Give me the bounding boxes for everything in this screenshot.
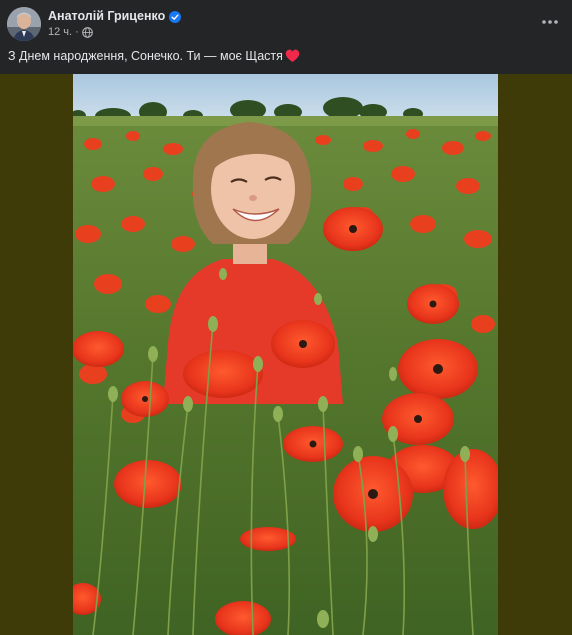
post-photo[interactable] — [73, 74, 498, 635]
meta-separator: · — [75, 26, 79, 38]
poppy-field-photo — [73, 74, 498, 635]
verified-badge-icon — [169, 10, 182, 23]
post-text: З Днем народження, Сонечко. Ти — моє Щас… — [8, 47, 564, 65]
author-row: Анатолій Гриценко — [48, 7, 182, 25]
author-avatar[interactable] — [7, 7, 41, 41]
avatar-image — [7, 7, 41, 41]
post-message: З Днем народження, Сонечко. Ти — моє Щас… — [8, 49, 283, 63]
more-options-button[interactable] — [536, 8, 564, 36]
more-dots-icon — [542, 20, 558, 24]
post-media — [0, 74, 572, 635]
post-header: Анатолій Гриценко 12 ч. · — [0, 0, 572, 44]
post-timestamp[interactable]: 12 ч. — [48, 26, 72, 38]
post-meta: 12 ч. · — [48, 25, 93, 39]
author-name[interactable]: Анатолій Гриценко — [48, 9, 165, 23]
globe-icon[interactable] — [81, 26, 93, 38]
red-heart-icon — [285, 49, 300, 63]
